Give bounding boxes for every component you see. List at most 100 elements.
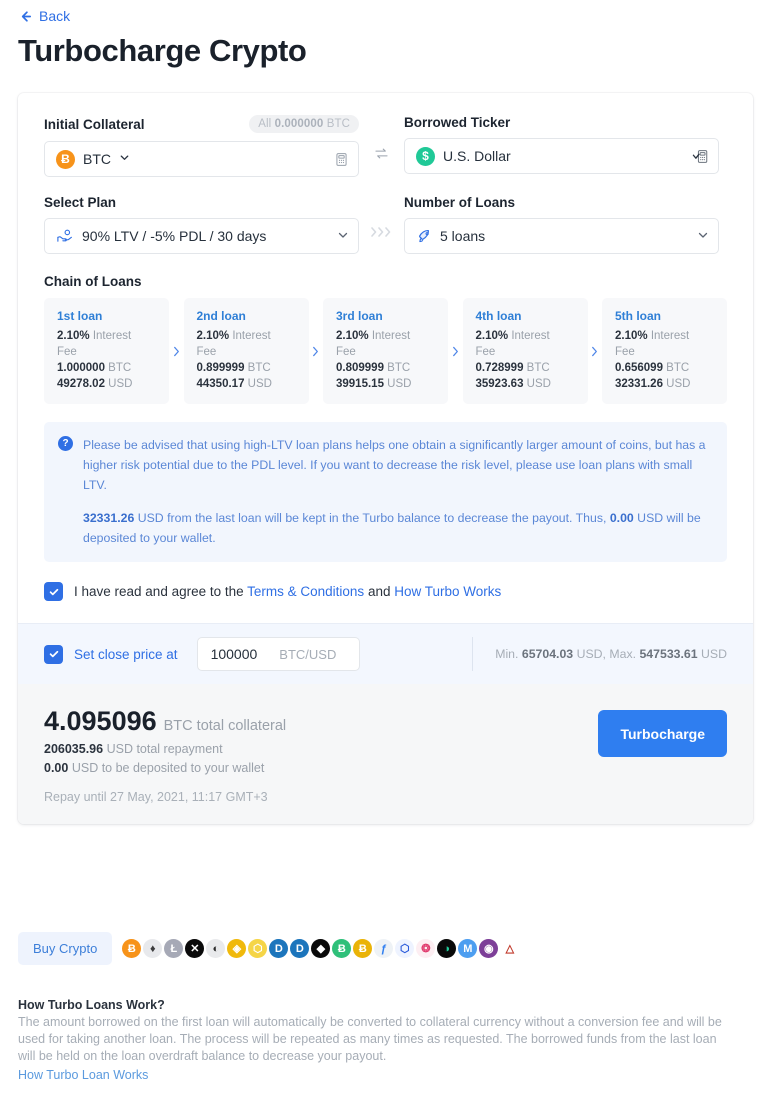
borrowed-ticker-label: Borrowed Ticker [404,115,511,130]
initial-collateral-label-row: Initial Collateral All 0.000000 BTC [44,115,359,133]
loan-btc-unit: BTC [247,362,271,374]
monero-icon[interactable]: M [458,939,478,958]
loan-card[interactable]: 3rd loan 2.10% Interest Fee 0.809999 BTC… [323,298,448,404]
ticker-value-wrap: $ U.S. Dollar [416,146,684,166]
select-plan-label-row: Select Plan [44,195,359,210]
loan-usd-unit: USD [108,378,133,390]
loan-rate-label: Interest [92,330,132,342]
loan-card[interactable]: 4th loan 2.10% Interest Fee 0.728999 BTC… [462,298,588,404]
total-collateral-row: 4.095096 BTC total collateral [44,706,286,737]
number-of-loans-label-row: Number of Loans [404,195,719,210]
check-icon [49,650,58,658]
bitcoin-icon[interactable]: Ƀ [122,939,142,958]
loan-rate: 2.10% [475,330,509,342]
stellar-icon[interactable]: ◐ [206,939,226,958]
loan-title: 2nd loan [196,309,246,323]
loan-usd-value: 49278.02 [57,378,105,390]
plan-value-wrap: 90% LTV / -5% PDL / 30 days [56,228,329,244]
max-unit: USD [701,647,727,661]
loan-usd: 39915.15 USD [336,376,436,392]
swap-currencies-button[interactable] [359,115,404,167]
siacoin-icon[interactable]: ◑ [437,939,457,958]
chainlink-icon[interactable]: ⬡ [395,939,415,958]
back-row: Back [0,0,771,24]
notice-text-wrap: Please be advised that using high-LTV lo… [83,435,711,548]
rocket-icon [416,228,432,244]
loan-title: 4th loan [475,309,522,323]
terms-conditions-link[interactable]: Terms & Conditions [247,584,364,599]
agreement-checkbox[interactable] [44,582,63,601]
close-price-label: Set close price at [74,646,178,662]
loan-usd-unit: USD [247,378,272,390]
all-unit: BTC [326,118,350,130]
loan-btc-value: 0.656099 [615,362,663,374]
bat-icon[interactable]: △ [500,939,520,958]
initial-collateral-select[interactable]: Ƀ BTC [44,141,359,177]
loan-rate: 2.10% [615,330,648,342]
loan-card[interactable]: 2nd loan 2.10% Interest Fee 0.899999 BTC… [183,298,309,404]
borrowed-ticker-select[interactable]: $ U.S. Dollar [404,138,719,174]
loan-fee-label: Fee [336,346,356,358]
close-price-checkbox[interactable] [44,644,63,664]
agreement-text-mid: and [364,584,395,599]
loan-btc-unit: BTC [387,362,411,374]
back-link[interactable]: Back [18,8,70,24]
loan-rate: 2.10% [196,330,230,342]
loan-btc: 0.728999 BTC [476,360,576,376]
dash-duo-icon[interactable]: D [290,939,310,958]
plan-value: 90% LTV / -5% PDL / 30 days [82,228,267,244]
binance-coin-icon[interactable]: ◈ [227,939,247,958]
total-collateral-label: BTC total collateral [163,718,287,734]
huobi-token-icon[interactable]: ƒ [374,939,394,958]
loan-btc: 0.656099 BTC [615,360,715,376]
chain-of-loans-title: Chain of Loans [44,274,142,289]
question-mark-icon: ? [58,436,73,451]
min-value: 65704.03 [521,647,574,661]
notice-paragraph-2: 32331.26 USD from the last loan will be … [83,508,711,548]
how-turbo-loan-works-link[interactable]: How Turbo Loan Works [18,1068,148,1082]
all-balance-badge[interactable]: All 0.000000 BTC [249,115,359,133]
loan-usd-unit: USD [526,378,551,390]
total-repayment-value: 206035.96 [44,742,104,756]
loan-rate-label: Interest [232,330,271,342]
close-price-unit: BTC/USD [279,646,337,662]
eos-icon[interactable]: ◆ [311,939,331,958]
total-collateral-value: 4.095096 [44,706,157,736]
chevron-right-icon [588,298,603,404]
loan-btc-value: 0.809999 [336,362,384,374]
ethereum-icon[interactable]: ♦ [143,939,163,958]
loan-card[interactable]: 5th loan 2.10% Interest Fee 0.656099 BTC… [602,298,727,404]
chain-of-loans-list: 1st loan 2.10% Interest Fee 1.000000 BTC… [44,298,727,404]
close-price-min-max: Min. 65704.03 USD, Max. 547533.61 USD [472,637,727,671]
select-plan-dropdown[interactable]: 90% LTV / -5% PDL / 30 days [44,218,359,254]
close-price-input[interactable]: 100000 BTC/USD [196,637,360,671]
borrowed-ticker-label-row: Borrowed Ticker [404,115,719,130]
close-price-band: Set close price at 100000 BTC/USD Min. 6… [18,623,753,684]
loan-btc: 0.899999 BTC [197,360,297,376]
nem-icon[interactable]: ⬡ [248,939,268,958]
loan-rate: 2.10% [57,330,90,342]
min-unit: USD, [576,647,606,661]
loan-card[interactable]: 1st loan 2.10% Interest Fee 1.000000 BTC… [44,298,169,404]
calculator-icon[interactable] [334,152,349,167]
loan-fee-label: Fee [196,346,217,358]
crypto-icon-row: Ƀ ♦ Ł ✕ ◐ ◈ ⬡ D D ◆ Ƀ Ƀƒ ⬡ ❂ ◑ M ◉ △ [122,939,520,958]
bitcoin-sv-icon[interactable]: Ƀ [353,939,373,958]
buy-crypto-button[interactable]: Buy Crypto [18,932,113,965]
kyber-icon[interactable]: ❂ [416,939,436,958]
bitcoin-cash-icon[interactable]: Ƀ [332,939,352,958]
row-collateral-ticker: Initial Collateral All 0.000000 BTC Ƀ BT… [44,115,727,177]
loan-usd-unit: USD [387,378,412,390]
calculator-check-icon[interactable] [692,149,709,164]
ripple-icon[interactable]: ✕ [185,939,205,958]
chevron-right-icon [309,298,324,404]
buy-crypto-strip: Buy Crypto Ƀ ♦ Ł ✕ ◐ ◈ ⬡ D D ◆ Ƀ Ƀƒ ⬡ ❂ ◑ M ◉ △ [18,932,520,965]
loan-usd: 44350.17 USD [197,376,297,392]
how-turbo-works-link[interactable]: How Turbo Works [394,584,501,599]
number-of-loans-dropdown[interactable]: 5 loans [404,218,719,254]
maker-icon[interactable]: ◉ [479,939,499,958]
litecoin-icon[interactable]: Ł [164,939,184,958]
dollar-icon: $ [416,146,435,166]
dash-icon[interactable]: D [269,939,289,958]
turbocharge-button[interactable]: Turbocharge [598,710,727,757]
